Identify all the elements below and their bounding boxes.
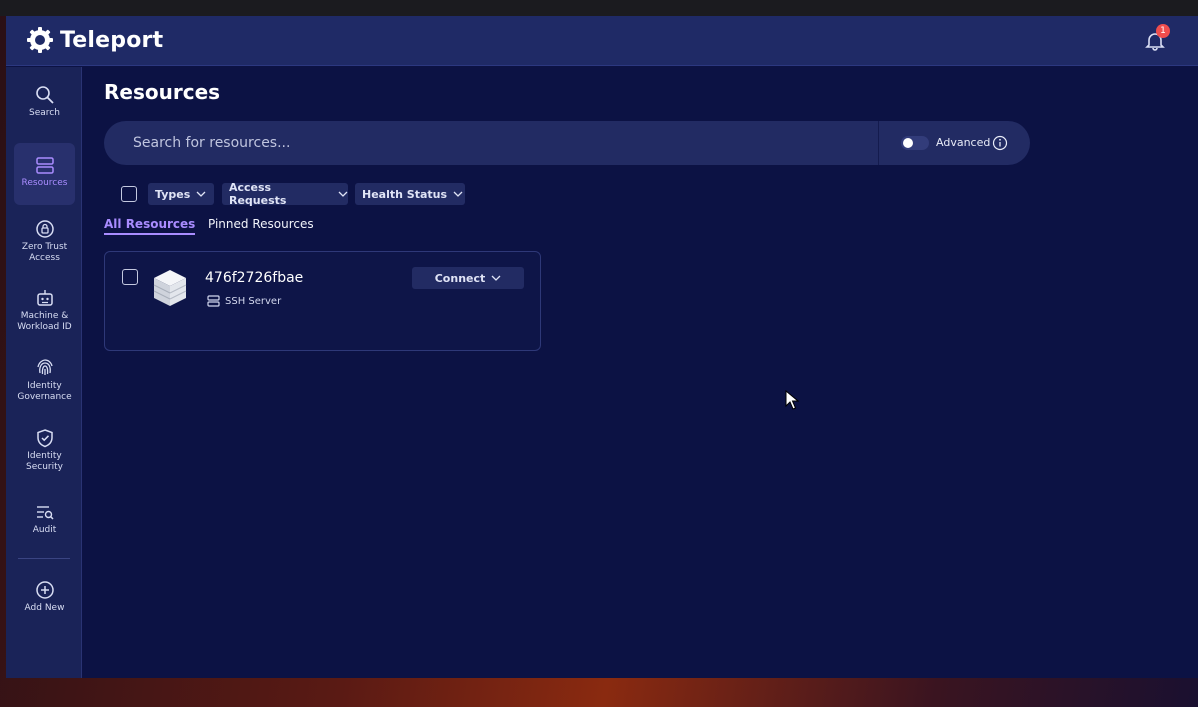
page-title: Resources xyxy=(104,80,221,104)
advanced-toggle[interactable] xyxy=(901,136,929,150)
sidebar-item-label: Resources xyxy=(21,178,68,188)
access-requests-filter-label: Access Requests xyxy=(229,181,287,207)
brand-name: Teleport xyxy=(60,27,164,53)
sidebar-item-machine-workload-id[interactable]: Machine & Workload ID xyxy=(14,288,75,342)
types-filter-label: Types xyxy=(155,187,191,201)
app-window: Teleport 1 Search Resources Zero Trust A… xyxy=(6,16,1198,678)
connect-button-label: Connect xyxy=(434,271,486,285)
sidebar-item-identity-security[interactable]: Identity Security xyxy=(14,428,75,482)
search-icon xyxy=(35,86,54,104)
sidebar-item-resources[interactable]: Resources xyxy=(14,143,75,205)
mouse-cursor-icon xyxy=(785,390,799,410)
health-status-filter-label: Health Status xyxy=(362,187,448,201)
chevron-down-icon xyxy=(491,275,501,281)
sidebar-divider xyxy=(18,558,70,559)
info-icon[interactable] xyxy=(992,135,1008,151)
resource-type: SSH Server xyxy=(207,295,281,307)
server-icon xyxy=(207,295,220,307)
sidebar-item-zero-trust-access[interactable]: Zero Trust Access xyxy=(14,219,75,273)
sidebar: Search Resources Zero Trust Access Machi… xyxy=(6,67,82,678)
sidebar-item-label: Audit xyxy=(32,525,57,535)
tab-pinned-resources[interactable]: Pinned Resources xyxy=(208,217,314,231)
notification-badge: 1 xyxy=(1156,24,1170,38)
search-divider xyxy=(878,121,879,165)
tab-all-resources[interactable]: All Resources xyxy=(104,217,196,235)
chevron-down-icon xyxy=(338,191,348,197)
sidebar-item-label: Identity Security xyxy=(26,451,63,472)
top-bar: Teleport 1 xyxy=(6,16,1198,66)
resource-checkbox[interactable] xyxy=(122,269,138,285)
health-status-filter[interactable]: Health Status xyxy=(355,183,465,205)
robot-icon xyxy=(36,290,53,306)
audit-list-icon xyxy=(36,506,54,520)
connect-button[interactable]: Connect xyxy=(412,267,524,289)
brand[interactable]: Teleport xyxy=(26,26,163,54)
server-stack-icon xyxy=(35,157,54,174)
sidebar-item-audit[interactable]: Audit xyxy=(14,504,75,544)
sidebar-item-add-new[interactable]: Add New xyxy=(14,580,75,622)
plus-circle-icon xyxy=(35,581,54,599)
advanced-label: Advanced xyxy=(936,136,991,149)
sidebar-item-identity-governance[interactable]: Identity Governance xyxy=(14,358,75,412)
sidebar-item-label: Add New xyxy=(24,603,65,613)
chevron-down-icon xyxy=(196,191,206,197)
server-cube-icon xyxy=(153,270,187,306)
toggle-knob xyxy=(903,138,913,148)
chevron-down-icon xyxy=(453,191,463,197)
search-bar: Advanced xyxy=(104,121,1030,165)
fingerprint-icon xyxy=(36,359,53,375)
sidebar-item-label: Machine & Workload ID xyxy=(17,311,72,332)
sidebar-item-label: Zero Trust Access xyxy=(21,242,68,263)
teleport-logo-icon xyxy=(27,27,53,53)
resource-type-label: SSH Server xyxy=(225,295,282,307)
os-menu-strip xyxy=(0,0,1198,16)
types-filter[interactable]: Types xyxy=(148,183,214,205)
access-requests-filter[interactable]: Access Requests xyxy=(222,181,348,207)
resource-name: 476f2726fbae xyxy=(205,270,304,286)
search-input[interactable] xyxy=(104,121,878,165)
shield-check-icon xyxy=(36,429,53,448)
lock-circle-icon xyxy=(35,220,54,238)
main-content: Resources Advanced Types Access Requests… xyxy=(83,67,1198,678)
sidebar-item-label: Identity Governance xyxy=(17,381,72,402)
resource-card[interactable]: 476f2726fbae SSH Server Connect xyxy=(104,251,541,351)
sidebar-item-label: Search xyxy=(29,108,60,118)
select-all-checkbox[interactable] xyxy=(121,186,137,202)
sidebar-item-search[interactable]: Search xyxy=(14,85,75,129)
